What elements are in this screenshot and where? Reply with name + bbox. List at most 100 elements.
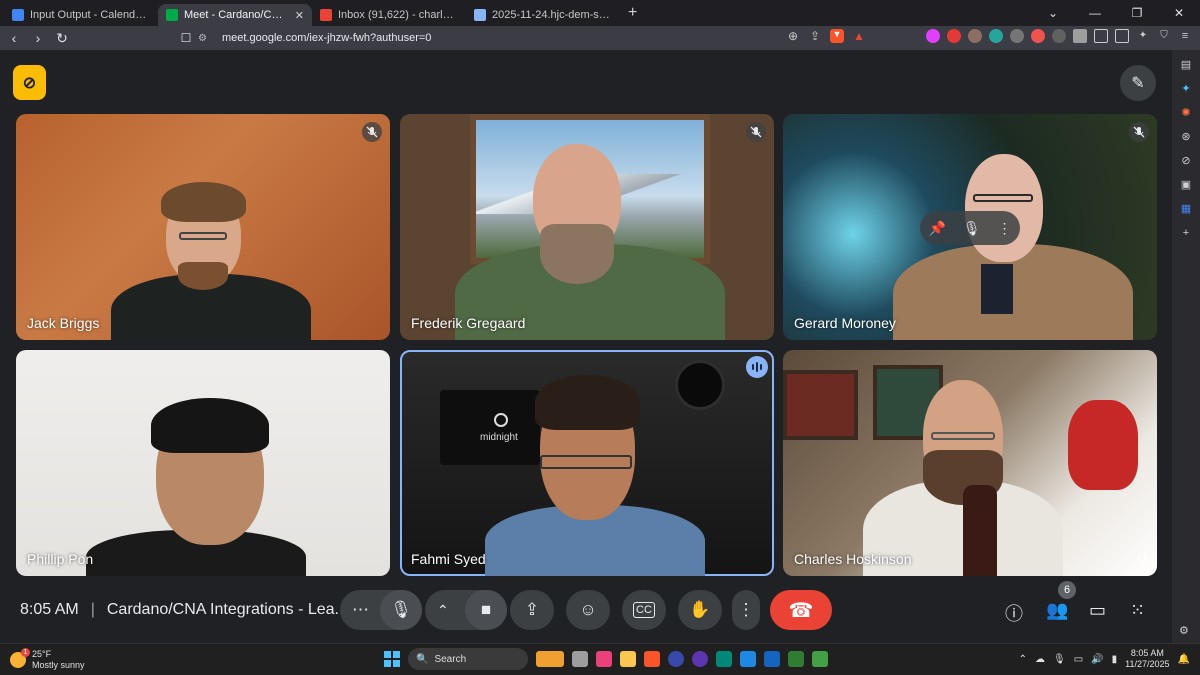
maximize-icon[interactable]: ❐ (1116, 0, 1158, 26)
tab-staff-report[interactable]: 2025-11-24.hjc-dem-staff-report-tru (466, 4, 620, 26)
bookmark-icon[interactable]: ☐ (176, 31, 196, 45)
brave-rewards-icon[interactable]: ▲ (852, 29, 866, 43)
browser-tab-strip: Input Output - Calendar - Thursday, N Me… (0, 0, 1200, 26)
visual-effects-icon[interactable]: ✎ (1120, 65, 1156, 101)
app-icon[interactable] (668, 651, 684, 667)
participant-tile[interactable]: ⧉ Charles Hoskinson (783, 350, 1157, 576)
extension-icon[interactable] (1073, 29, 1087, 43)
extension-icon[interactable] (1052, 29, 1066, 43)
windows-start-icon[interactable] (384, 651, 400, 667)
share-icon[interactable]: ⇪ (808, 29, 822, 43)
tab-calendar[interactable]: Input Output - Calendar - Thursday, N (4, 4, 158, 26)
mic-control[interactable]: ⋯ 🎙 (340, 590, 422, 630)
outlook-icon[interactable] (764, 651, 780, 667)
activities-icon[interactable]: ⁙ (1130, 600, 1145, 621)
tab-search-icon[interactable]: ⌄ (1032, 0, 1074, 26)
people-icon[interactable]: 👥 (1046, 600, 1068, 621)
minimize-icon[interactable]: — (1074, 0, 1116, 26)
participant-tile-active-speaker[interactable]: midnight Fahmi Syed (400, 350, 774, 576)
task-view-icon[interactable] (572, 651, 588, 667)
app-icon[interactable]: ▣ (1179, 178, 1193, 192)
captions-button[interactable]: CC (622, 590, 666, 630)
extension-icon[interactable] (1010, 29, 1024, 43)
extension-icon[interactable] (968, 29, 982, 43)
participant-tile[interactable]: Phillip Pon (16, 350, 390, 576)
volume-icon[interactable]: 🔊 (1091, 654, 1103, 665)
camera-off-indicator-icon[interactable]: ⊘ (13, 65, 46, 100)
camera-control[interactable]: ⌃ ■ (425, 590, 507, 630)
app-icon[interactable] (716, 651, 732, 667)
zoom-icon[interactable]: ⊕ (786, 29, 800, 43)
muted-mic-icon (746, 122, 766, 142)
weather-description: Mostly sunny (32, 660, 85, 670)
extension-icon[interactable] (989, 29, 1003, 43)
extension-icon[interactable] (1031, 29, 1045, 43)
add-panel-icon[interactable]: + (1179, 226, 1193, 240)
back-icon[interactable]: ‹ (4, 30, 24, 46)
tab-meet[interactable]: Meet - Cardano/CNA Integrati ✕ (158, 4, 312, 26)
taskbar-clock[interactable]: 8:05 AM 11/27/2025 (1125, 648, 1169, 670)
show-hidden-icons-icon[interactable]: ⌃ (1019, 654, 1027, 665)
wallet-icon[interactable] (1115, 29, 1129, 43)
file-explorer-icon[interactable] (620, 651, 636, 667)
sparkle-icon[interactable]: ✺ (1179, 106, 1193, 120)
chevron-up-icon[interactable]: ⌃ (437, 602, 449, 619)
app-icon[interactable] (692, 651, 708, 667)
microphone-icon[interactable]: 🎙 (380, 590, 422, 630)
menu-icon[interactable]: ≡ (1178, 29, 1192, 43)
search-highlight-icon[interactable] (536, 651, 564, 667)
more-options-button[interactable]: ⋮ (732, 590, 760, 630)
app-icon[interactable] (740, 651, 756, 667)
mute-participant-icon[interactable]: 🎙 (963, 220, 981, 237)
sidebar-toggle-icon[interactable] (1094, 29, 1108, 43)
bookmarks-icon[interactable]: ▤ (1179, 58, 1193, 72)
weather-widget[interactable]: 25°F Mostly sunny (10, 648, 85, 671)
extension-icon[interactable] (926, 29, 940, 43)
reactions-button[interactable]: ☺ (566, 590, 610, 630)
more-options-icon[interactable]: ⋮ (998, 220, 1012, 237)
extension-icon[interactable] (947, 29, 961, 43)
forward-icon[interactable]: › (28, 30, 48, 46)
vpn-icon[interactable]: ⛉ (1157, 29, 1171, 43)
new-tab-button[interactable]: + (620, 4, 645, 22)
battery-icon[interactable]: ▮ (1112, 654, 1118, 665)
perplexity-icon[interactable]: ⊘ (1179, 154, 1193, 168)
onedrive-icon[interactable]: ☁ (1035, 654, 1045, 665)
picture-in-picture-icon[interactable]: ⧉ (1138, 550, 1147, 566)
gemini-icon[interactable]: ✦ (1179, 82, 1193, 96)
leo-ai-icon[interactable]: ✦ (1136, 29, 1150, 43)
present-screen-button[interactable]: ⇪ (510, 590, 554, 630)
display-icon[interactable]: ▭ (1074, 654, 1083, 665)
camera-icon[interactable]: ■ (465, 590, 507, 630)
close-tab-icon[interactable]: ✕ (295, 9, 304, 22)
participant-tile[interactable]: 📌 🎙 ⋮ Gerard Moroney (783, 114, 1157, 340)
tab-inbox[interactable]: Inbox (91,622) - charles.hoskinson@i (312, 4, 466, 26)
participant-video (16, 350, 390, 576)
brave-shields-icon[interactable]: ▼ (830, 29, 844, 43)
chat-icon[interactable]: ▭ (1089, 600, 1106, 621)
app-icon[interactable] (812, 651, 828, 667)
calendar-icon[interactable]: ▦ (1179, 202, 1193, 216)
meet-stage: ⊘ ✎ Jack Briggs Frederik Gregaard 📌 🎙 ⋮ … (0, 50, 1172, 643)
side-panel-settings-icon[interactable]: ⚙ (1179, 624, 1189, 637)
microphone-tray-icon[interactable]: 🎙 (1053, 654, 1066, 665)
pin-icon[interactable]: 📌 (928, 220, 945, 237)
meeting-details-icon[interactable]: ⓘ (1005, 600, 1023, 626)
window-controls: ⌄ — ❐ ✕ (1032, 0, 1200, 26)
leave-call-button[interactable]: ☎ (770, 590, 832, 630)
excel-icon[interactable] (788, 651, 804, 667)
reload-icon[interactable]: ↻ (52, 30, 72, 47)
browser-side-panel: ▤ ✦ ✺ ⊛ ⊘ ▣ ▦ + (1172, 50, 1200, 643)
chatgpt-icon[interactable]: ⊛ (1179, 130, 1193, 144)
notifications-icon[interactable]: 🔔 (1178, 654, 1190, 665)
participant-tile[interactable]: Frederik Gregaard (400, 114, 774, 340)
close-window-icon[interactable]: ✕ (1158, 0, 1200, 26)
brave-browser-icon[interactable] (644, 651, 660, 667)
audio-options-icon[interactable]: ⋯ (352, 600, 369, 620)
participant-tile[interactable]: Jack Briggs (16, 114, 390, 340)
raise-hand-button[interactable]: ✋ (678, 590, 722, 630)
hand-icon: ✋ (689, 600, 711, 619)
copilot-icon[interactable] (596, 651, 612, 667)
site-info-icon[interactable]: ⚙ (198, 33, 212, 44)
taskbar-search[interactable]: 🔍 Search (408, 648, 528, 670)
